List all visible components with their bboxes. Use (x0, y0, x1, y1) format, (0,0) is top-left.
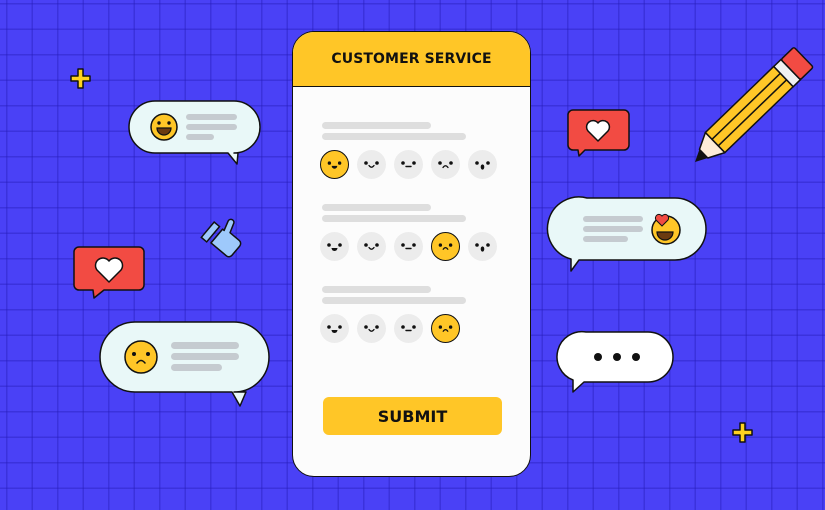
happy-face-icon (327, 161, 342, 169)
plus-sparkle-icon (70, 68, 91, 89)
rating-option-happy[interactable] (320, 232, 349, 261)
rating-option-happy-selected[interactable] (320, 150, 349, 179)
rating-option-sad[interactable] (431, 150, 460, 179)
rating-row (320, 232, 497, 261)
pencil-icon (695, 47, 814, 162)
sad-face-icon (438, 325, 453, 332)
sad-emoji-bubble (99, 321, 270, 407)
rating-option-surprised[interactable] (468, 150, 497, 179)
smile-face-icon (364, 325, 379, 332)
typing-bubble (556, 330, 674, 393)
neutral-face-icon (401, 325, 416, 332)
rating-option-neutral[interactable] (394, 232, 423, 261)
heart-eyes-emoji-bubble (546, 196, 707, 272)
form-title: CUSTOMER SERVICE (293, 32, 530, 87)
happy-face-icon (327, 325, 342, 333)
rating-option-smile[interactable] (357, 232, 386, 261)
rating-option-sad-selected[interactable] (431, 232, 460, 261)
plus-sparkle-icon (732, 422, 753, 443)
rating-option-smile[interactable] (357, 150, 386, 179)
rating-option-smile[interactable] (357, 314, 386, 343)
heart-icon (567, 109, 630, 157)
happy-face-icon (327, 243, 342, 251)
heart-icon (73, 246, 145, 299)
smile-face-icon (364, 243, 379, 250)
rating-option-neutral[interactable] (394, 314, 423, 343)
smile-face-icon (364, 161, 379, 168)
rating-option-neutral[interactable] (394, 150, 423, 179)
rating-option-happy[interactable] (320, 314, 349, 343)
rating-option-surprised[interactable] (468, 232, 497, 261)
rating-row (320, 314, 460, 343)
rating-row (320, 150, 497, 179)
sad-face-icon (438, 243, 453, 250)
submit-button[interactable]: SUBMIT (323, 397, 502, 435)
neutral-face-icon (401, 243, 416, 250)
surprised-face-icon (475, 161, 490, 170)
laughing-emoji-bubble (128, 100, 261, 165)
rating-option-sad-selected[interactable] (431, 314, 460, 343)
surprised-face-icon (475, 243, 490, 252)
sad-emoji-icon (124, 340, 158, 374)
sad-face-icon (438, 161, 453, 169)
thumbs-up-icon (200, 218, 242, 258)
customer-service-form: CUSTOMER SERVICE SUBMIT (292, 31, 531, 477)
laughing-emoji-icon (150, 113, 178, 141)
neutral-face-icon (401, 161, 416, 168)
